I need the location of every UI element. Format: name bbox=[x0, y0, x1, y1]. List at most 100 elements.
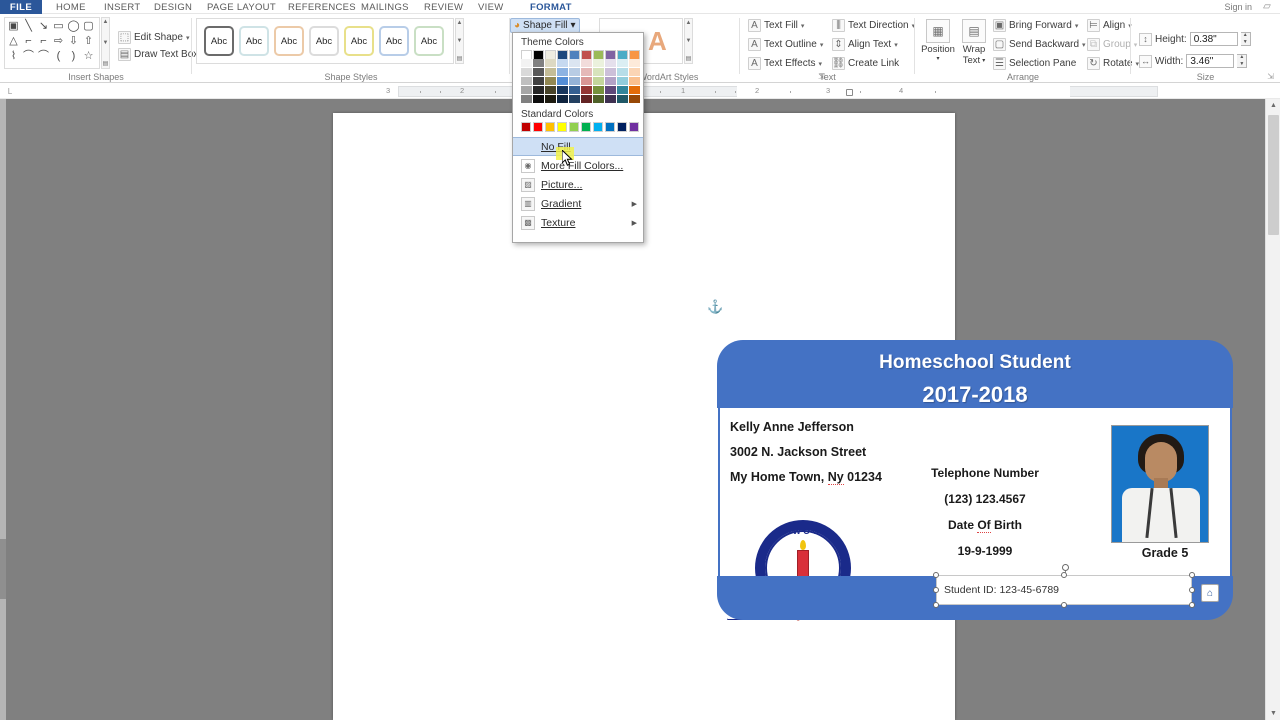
theme-color-4-2[interactable] bbox=[569, 68, 580, 76]
shape-arc-icon[interactable]: ⌒ bbox=[36, 49, 51, 64]
shape-scribble-icon[interactable]: ⌇ bbox=[6, 49, 21, 64]
theme-color-2-2[interactable] bbox=[545, 68, 556, 76]
width-stepper[interactable]: ▲ ▼ bbox=[1237, 54, 1248, 68]
shape-style-6[interactable]: Abc bbox=[379, 26, 409, 56]
shape-styles-scrollbar[interactable]: ▲ ▼ ▤ bbox=[455, 18, 464, 64]
shape-textbox-icon[interactable]: ▣ bbox=[6, 19, 21, 34]
scroll-down-icon[interactable]: ▼ bbox=[1266, 707, 1280, 720]
draw-text-box-button[interactable]: ▤ Draw Text Box bbox=[118, 48, 198, 61]
theme-color-5-4[interactable] bbox=[581, 86, 592, 94]
theme-color-4-1[interactable] bbox=[569, 59, 580, 67]
theme-color-3-4[interactable] bbox=[557, 86, 568, 94]
shapes-gallery-scrollbar[interactable]: ▲ ▼ ▤ bbox=[101, 17, 110, 69]
theme-color-6-1[interactable] bbox=[593, 59, 604, 67]
shape-oval-icon[interactable]: ◯ bbox=[66, 19, 81, 34]
menu-item-no-fill[interactable]: No Fill bbox=[513, 137, 643, 156]
theme-color-8-2[interactable] bbox=[617, 68, 628, 76]
standard-color-0[interactable] bbox=[521, 122, 531, 132]
width-control[interactable]: ↔ Width: 3.46" ▲ ▼ bbox=[1139, 54, 1248, 68]
text-outline-button[interactable]: A Text Outline ▾ bbox=[748, 38, 823, 51]
standard-color-5[interactable] bbox=[581, 122, 591, 132]
menu-item-more-fill-colors[interactable]: ◉ More Fill Colors... bbox=[513, 156, 643, 175]
theme-color-0-2[interactable] bbox=[521, 68, 532, 76]
shape-style-5[interactable]: Abc bbox=[344, 26, 374, 56]
resize-handle-sw[interactable] bbox=[933, 602, 939, 608]
scroll-down-icon[interactable]: ▼ bbox=[103, 40, 109, 46]
student-photo[interactable] bbox=[1111, 425, 1209, 543]
theme-color-5-3[interactable] bbox=[581, 77, 592, 85]
align-text-button[interactable]: ⇕ Align Text ▾ bbox=[832, 38, 898, 51]
tab-review[interactable]: REVIEW bbox=[424, 0, 463, 14]
standard-color-8[interactable] bbox=[617, 122, 627, 132]
scrollbar-thumb[interactable] bbox=[1268, 115, 1279, 235]
standard-color-1[interactable] bbox=[533, 122, 543, 132]
scroll-more-icon[interactable]: ▤ bbox=[457, 55, 463, 62]
shape-curve-icon[interactable]: ⌒ bbox=[21, 49, 36, 64]
theme-color-5-5[interactable] bbox=[581, 95, 592, 103]
tab-insert[interactable]: INSERT bbox=[104, 0, 140, 14]
menu-item-texture[interactable]: ▩ Texture ▶ bbox=[513, 213, 643, 232]
shape-fill-button[interactable]: ◕ Shape Fill ▾ bbox=[510, 18, 580, 33]
shape-styles-gallery[interactable]: Abc Abc Abc Abc Abc Abc Abc bbox=[196, 18, 454, 64]
help-icon[interactable]: ▱ bbox=[1260, 1, 1274, 13]
shape-arrow-icon[interactable]: ↘ bbox=[36, 19, 51, 34]
theme-color-0-1[interactable] bbox=[521, 59, 532, 67]
id-card[interactable]: Homeschool Student 2017-2018 Kelly Anne … bbox=[717, 340, 1233, 621]
theme-color-1-5[interactable] bbox=[533, 95, 544, 103]
theme-color-5-1[interactable] bbox=[581, 59, 592, 67]
resize-handle-w[interactable] bbox=[933, 587, 939, 593]
indent-marker[interactable] bbox=[846, 89, 853, 96]
shape-elbow2-icon[interactable]: ⌐ bbox=[36, 34, 51, 49]
theme-color-9-2[interactable] bbox=[629, 68, 640, 76]
height-control[interactable]: ↕ Height: 0.38" ▲ ▼ bbox=[1139, 32, 1251, 46]
scroll-up-icon[interactable]: ▲ bbox=[1266, 99, 1280, 112]
theme-color-7-2[interactable] bbox=[605, 68, 616, 76]
theme-color-2-4[interactable] bbox=[545, 86, 556, 94]
theme-color-8-5[interactable] bbox=[617, 95, 628, 103]
wordart-sample-orange[interactable]: A bbox=[648, 28, 667, 54]
theme-color-6-5[interactable] bbox=[593, 95, 604, 103]
tab-design[interactable]: DESIGN bbox=[154, 0, 192, 14]
rotation-handle[interactable] bbox=[1062, 564, 1069, 571]
tab-page-layout[interactable]: PAGE LAYOUT bbox=[207, 0, 276, 14]
theme-color-7-5[interactable] bbox=[605, 95, 616, 103]
shape-lbrace-icon[interactable]: ( bbox=[51, 49, 66, 64]
theme-color-0-5[interactable] bbox=[521, 95, 532, 103]
resize-handle-e[interactable] bbox=[1189, 587, 1195, 593]
shape-line-icon[interactable]: ╲ bbox=[21, 19, 36, 34]
theme-color-2-3[interactable] bbox=[545, 77, 556, 85]
theme-color-0-4[interactable] bbox=[521, 86, 532, 94]
scroll-down-icon[interactable]: ▼ bbox=[686, 38, 692, 44]
theme-color-2-1[interactable] bbox=[545, 59, 556, 67]
position-button[interactable]: ▦ Position ▾ bbox=[921, 17, 955, 69]
scroll-down-icon[interactable]: ▼ bbox=[457, 38, 463, 44]
theme-color-3-1[interactable] bbox=[557, 59, 568, 67]
shape-elbow-icon[interactable]: ⌐ bbox=[21, 34, 36, 49]
vertical-scrollbar[interactable]: ▲ ▼ bbox=[1265, 99, 1280, 720]
shape-right-arrow-icon[interactable]: ⇨ bbox=[51, 34, 66, 49]
theme-color-1-4[interactable] bbox=[533, 86, 544, 94]
shape-down-arrow-icon[interactable]: ⇩ bbox=[66, 34, 81, 49]
resize-handle-se[interactable] bbox=[1189, 602, 1195, 608]
menu-item-picture[interactable]: ▨ Picture... bbox=[513, 175, 643, 194]
theme-color-4-3[interactable] bbox=[569, 77, 580, 85]
shape-style-2[interactable]: Abc bbox=[239, 26, 269, 56]
theme-color-4-4[interactable] bbox=[569, 86, 580, 94]
text-fill-button[interactable]: A Text Fill ▾ bbox=[748, 19, 804, 32]
tab-references[interactable]: REFERENCES bbox=[288, 0, 356, 14]
width-input[interactable]: 3.46" bbox=[1186, 54, 1235, 68]
theme-color-8-1[interactable] bbox=[617, 59, 628, 67]
standard-color-9[interactable] bbox=[629, 122, 639, 132]
standard-color-2[interactable] bbox=[545, 122, 555, 132]
theme-color-1-1[interactable] bbox=[533, 59, 544, 67]
theme-color-0-3[interactable] bbox=[521, 77, 532, 85]
shape-up-arrow-icon[interactable]: ⇧ bbox=[81, 34, 96, 49]
scroll-more-icon[interactable]: ▤ bbox=[686, 55, 692, 62]
theme-color-9-5[interactable] bbox=[629, 95, 640, 103]
tab-home[interactable]: HOME bbox=[56, 0, 86, 14]
theme-color-7-1[interactable] bbox=[605, 59, 616, 67]
shape-style-3[interactable]: Abc bbox=[274, 26, 304, 56]
standard-color-7[interactable] bbox=[605, 122, 615, 132]
shape-triangle-icon[interactable]: △ bbox=[6, 34, 21, 49]
theme-color-1-3[interactable] bbox=[533, 77, 544, 85]
